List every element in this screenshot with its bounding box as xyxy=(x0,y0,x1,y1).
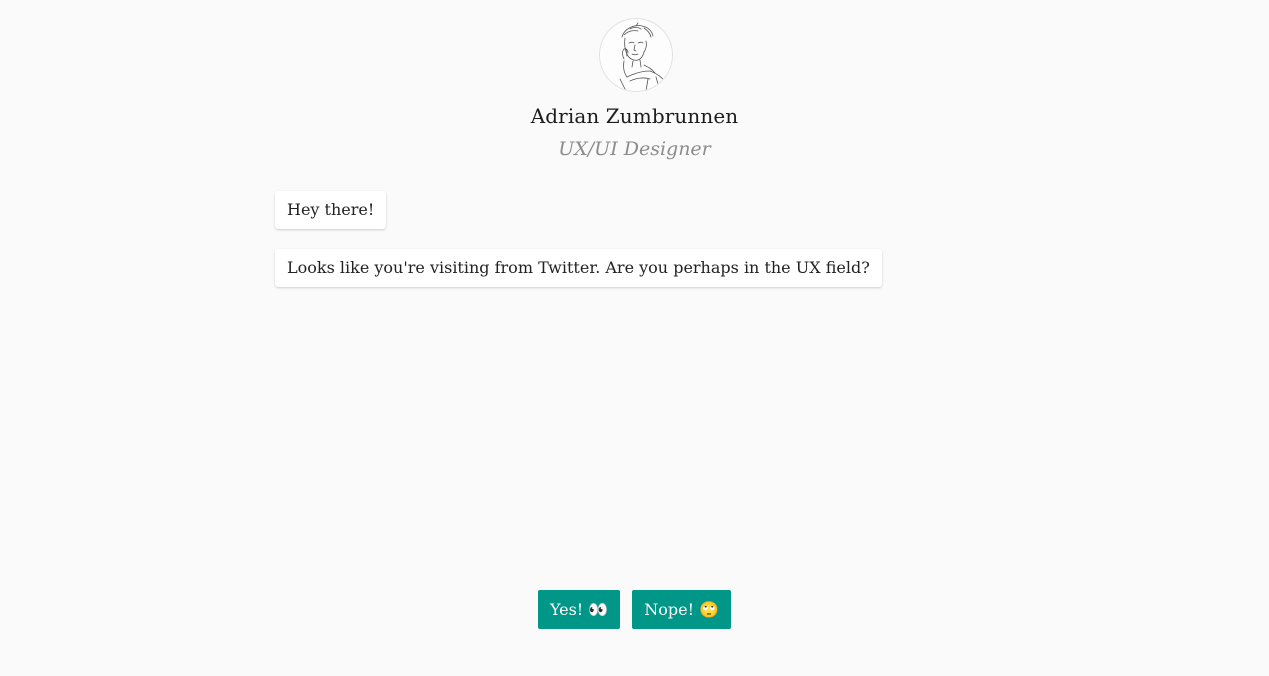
chat-message: Looks like you're visiting from Twitter.… xyxy=(275,249,882,287)
chat-message: Hey there! xyxy=(275,191,387,229)
profile-role: UX/UI Designer xyxy=(558,138,711,160)
chat-page: Adrian Zumbrunnen UX/UI Designer Hey the… xyxy=(0,0,1269,676)
yes-button[interactable]: Yes! 👀 xyxy=(537,590,621,629)
portrait-sketch-icon xyxy=(619,22,667,91)
reply-options: Yes! 👀 Nope! 🙄 xyxy=(0,590,1269,629)
profile-name: Adrian Zumbrunnen xyxy=(530,104,739,128)
nope-button[interactable]: Nope! 🙄 xyxy=(632,590,732,629)
avatar xyxy=(599,18,673,92)
